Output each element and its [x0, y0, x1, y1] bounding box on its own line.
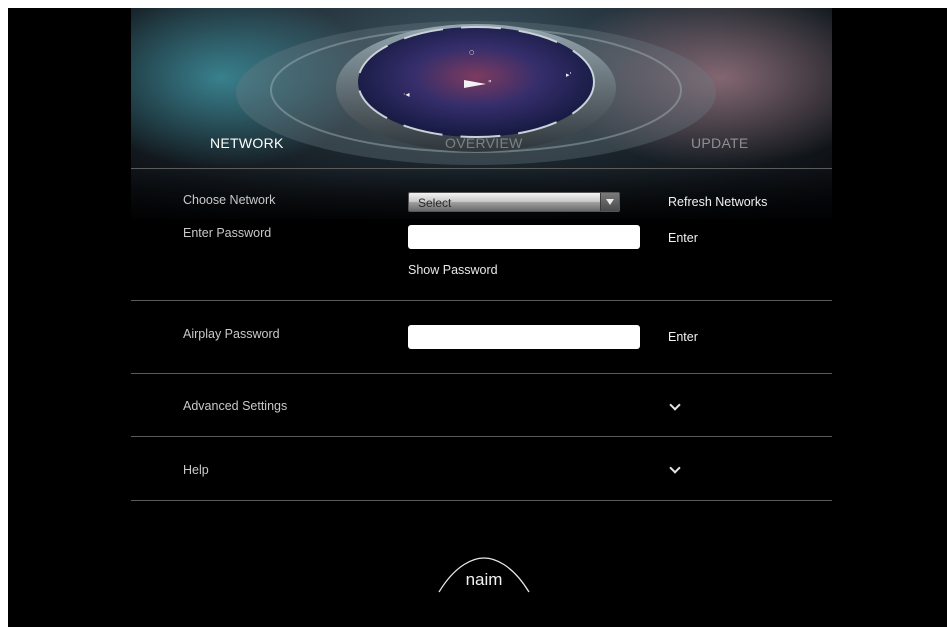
svg-text:▸': ▸' — [566, 71, 572, 79]
network-password-input[interactable] — [408, 225, 640, 249]
chevron-down-icon[interactable] — [669, 462, 681, 474]
help-label[interactable]: Help — [183, 463, 209, 477]
enter-password-label: Enter Password — [183, 226, 272, 240]
hero-banner: " ·◂ ▸' ○ — [131, 8, 832, 219]
network-enter-button[interactable]: Enter — [668, 231, 698, 245]
airplay-password-label: Airplay Password — [183, 327, 280, 341]
network-select-value: Select — [418, 196, 452, 210]
chevron-down-icon[interactable] — [669, 399, 681, 411]
advanced-settings-label[interactable]: Advanced Settings — [183, 399, 287, 413]
app-screen: " ·◂ ▸' ○ NETWORK OVERVIEW UPDATE Choose… — [8, 8, 947, 627]
help-divider — [131, 500, 832, 501]
tab-divider — [131, 168, 832, 169]
logo-text: naim — [466, 570, 503, 589]
show-password-toggle[interactable]: Show Password — [408, 263, 498, 277]
choose-network-label: Choose Network — [183, 193, 276, 207]
tab-network[interactable]: NETWORK — [210, 135, 284, 151]
dropdown-arrow-icon[interactable] — [600, 193, 619, 211]
network-select[interactable]: Select — [408, 192, 620, 212]
naim-logo: naim — [438, 557, 530, 593]
svg-text:○: ○ — [469, 49, 474, 56]
airplay-enter-button[interactable]: Enter — [668, 330, 698, 344]
dropdown-arrow-glyph — [606, 199, 614, 205]
airplay-divider — [131, 373, 832, 374]
tab-update[interactable]: UPDATE — [691, 135, 749, 151]
network-divider — [131, 300, 832, 301]
tab-bar: NETWORK OVERVIEW UPDATE — [131, 135, 832, 165]
refresh-networks-button[interactable]: Refresh Networks — [668, 195, 767, 209]
svg-text:": " — [488, 79, 492, 88]
settings-panel: " ·◂ ▸' ○ NETWORK OVERVIEW UPDATE Choose… — [131, 8, 832, 627]
hero-dial-graphic: " ·◂ ▸' ○ — [131, 8, 832, 168]
tab-overview[interactable]: OVERVIEW — [445, 135, 523, 151]
airplay-password-input[interactable] — [408, 325, 640, 349]
svg-text:·◂: ·◂ — [403, 90, 410, 99]
advanced-divider — [131, 436, 832, 437]
